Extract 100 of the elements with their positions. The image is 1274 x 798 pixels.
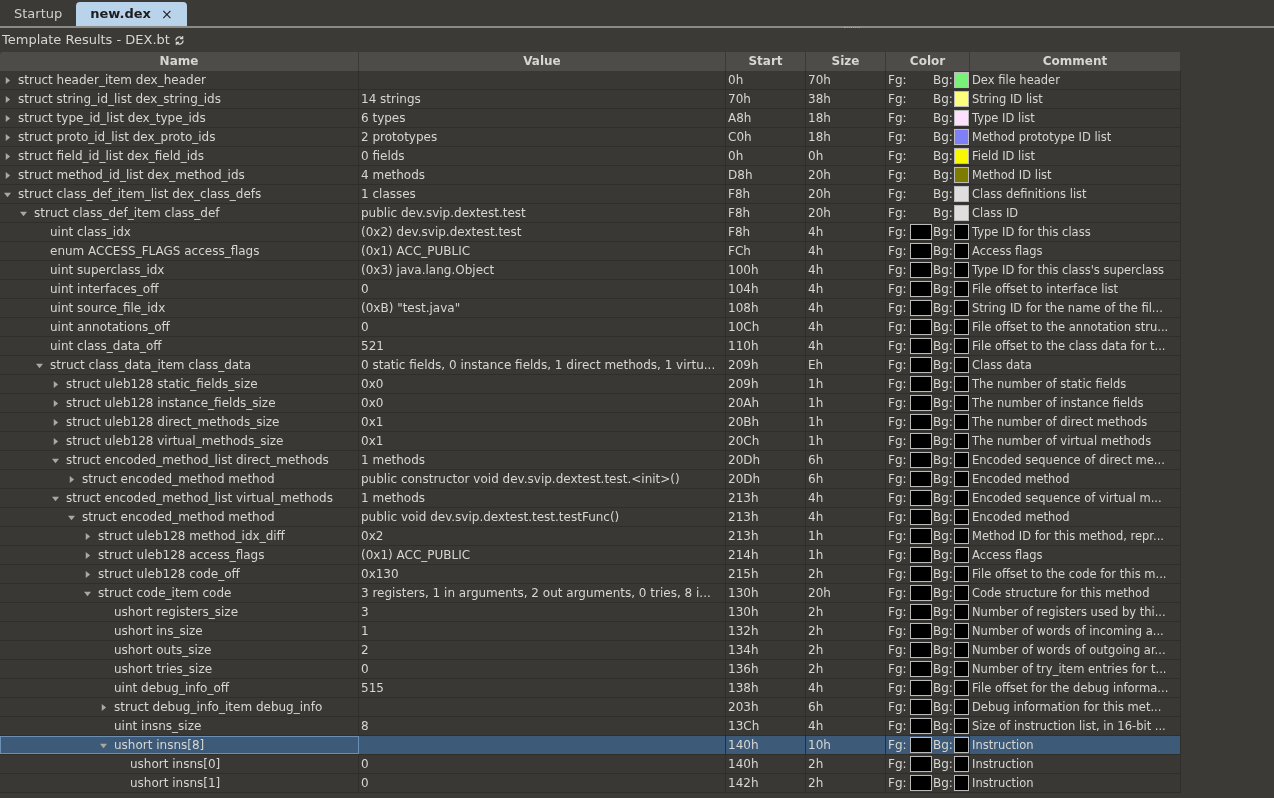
color-swatch[interactable] — [953, 262, 969, 278]
expand-arrow-icon[interactable] — [4, 76, 11, 84]
color-swatch[interactable] — [953, 490, 969, 506]
color-swatch[interactable] — [953, 281, 969, 297]
color-swatch[interactable] — [953, 129, 969, 145]
color-swatch[interactable] — [910, 642, 932, 658]
tree-row[interactable]: struct encoded_method method public void dev.svip.dextest.test.testFunc() 213h 4h Fg: Bg: Encoded method — [0, 508, 1181, 527]
tree-row[interactable]: ushort ins_size 1 132h 2h Fg: Bg: Number of words of incoming a... — [0, 622, 1181, 641]
expand-arrow-icon[interactable] — [68, 475, 75, 483]
color-swatch[interactable] — [953, 623, 969, 639]
tab[interactable]: new.dex × — [76, 2, 187, 26]
color-swatch[interactable] — [910, 566, 932, 582]
tree-row[interactable]: struct encoded_method_list direct_methods 1 methods 20Dh 6h Fg: Bg: Encoded sequence of direct me... — [0, 451, 1181, 470]
tree-row[interactable]: enum ACCESS_FLAGS access_flags (0x1) ACC_PUBLIC FCh 4h Fg: Bg: Access flags — [0, 242, 1181, 261]
tree-row[interactable]: struct field_id_list dex_field_ids 0 fields 0h 0h Fg: Bg: Field ID list — [0, 147, 1181, 166]
expand-arrow-icon[interactable] — [84, 551, 91, 559]
color-swatch[interactable] — [953, 91, 969, 107]
close-icon[interactable]: × — [160, 3, 173, 25]
tree-row[interactable]: struct uleb128 static_fields_size 0x0 209h 1h Fg: Bg: The number of static fields — [0, 375, 1181, 394]
color-swatch[interactable] — [910, 737, 932, 753]
tree-row[interactable]: struct encoded_method method public constructor void dev.svip.dextest.test.<init>() 20Dh 6h Fg: Bg: Encoded method — [0, 470, 1181, 489]
color-swatch[interactable] — [953, 395, 969, 411]
color-swatch[interactable] — [910, 680, 932, 696]
color-swatch[interactable] — [953, 205, 969, 221]
color-swatch[interactable] — [953, 680, 969, 696]
tree-row[interactable]: ushort insns[1] 0 142h 2h Fg: Bg: Instruction — [0, 774, 1181, 793]
collapse-arrow-icon[interactable] — [52, 494, 59, 502]
tree-row[interactable]: struct code_item code 3 registers, 1 in arguments, 2 out arguments, 0 tries, 8 i... 130h 20h Fg: Bg: Code structure for this method — [0, 584, 1181, 603]
color-swatch[interactable] — [910, 756, 932, 772]
tree-row[interactable]: struct class_def_item_list dex_class_defs 1 classes F8h 20h Fg: Bg: Class definitions list — [0, 185, 1181, 204]
color-swatch[interactable] — [910, 775, 932, 791]
tree-row[interactable]: ushort insns[0] 0 140h 2h Fg: Bg: Instruction — [0, 755, 1181, 774]
tree-row[interactable]: struct uleb128 instance_fields_size 0x0 20Ah 1h Fg: Bg: The number of instance fields — [0, 394, 1181, 413]
color-swatch[interactable] — [953, 471, 969, 487]
collapse-arrow-icon[interactable] — [36, 361, 43, 369]
expand-arrow-icon[interactable] — [4, 133, 11, 141]
color-swatch[interactable] — [910, 433, 932, 449]
tree-row[interactable]: struct uleb128 virtual_methods_size 0x1 20Ch 1h Fg: Bg: The number of virtual methods — [0, 432, 1181, 451]
tree-row[interactable]: struct uleb128 access_flags (0x1) ACC_PUBLIC 214h 1h Fg: Bg: Access flags — [0, 546, 1181, 565]
tree-row[interactable]: ushort insns[8] 140h 10h Fg: Bg: Instruction — [0, 736, 1181, 755]
expand-arrow-icon[interactable] — [52, 380, 59, 388]
color-swatch[interactable] — [910, 357, 932, 373]
collapse-arrow-icon[interactable] — [20, 209, 27, 217]
color-swatch[interactable] — [910, 509, 932, 525]
color-swatch[interactable] — [953, 357, 969, 373]
tree-row[interactable]: struct uleb128 code_off 0x130 215h 2h Fg: Bg: File offset to the code for this m... — [0, 565, 1181, 584]
color-swatch[interactable] — [953, 775, 969, 791]
expand-arrow-icon[interactable] — [100, 703, 107, 711]
expand-arrow-icon[interactable] — [52, 418, 59, 426]
color-swatch[interactable] — [953, 72, 969, 88]
color-swatch[interactable] — [953, 737, 969, 753]
color-swatch[interactable] — [953, 376, 969, 392]
collapse-arrow-icon[interactable] — [100, 741, 107, 749]
expand-arrow-icon[interactable] — [4, 114, 11, 122]
color-swatch[interactable] — [910, 376, 932, 392]
collapse-arrow-icon[interactable] — [4, 190, 11, 198]
color-swatch[interactable] — [910, 414, 932, 430]
color-swatch[interactable] — [953, 433, 969, 449]
color-swatch[interactable] — [953, 167, 969, 183]
color-swatch[interactable] — [910, 547, 932, 563]
tree-row[interactable]: struct encoded_method_list virtual_methods 1 methods 213h 4h Fg: Bg: Encoded sequence of virtual m... — [0, 489, 1181, 508]
color-swatch[interactable] — [953, 661, 969, 677]
color-swatch[interactable] — [910, 490, 932, 506]
tree-row[interactable]: struct header_item dex_header 0h 70h Fg: Bg: Dex file header — [0, 71, 1181, 90]
color-swatch[interactable] — [910, 319, 932, 335]
color-swatch[interactable] — [910, 604, 932, 620]
color-swatch[interactable] — [953, 110, 969, 126]
color-swatch[interactable] — [953, 319, 969, 335]
tree-row[interactable]: uint insns_size 8 13Ch 4h Fg: Bg: Size of instruction list, in 16-bit ... — [0, 717, 1181, 736]
color-swatch[interactable] — [953, 243, 969, 259]
color-swatch[interactable] — [910, 585, 932, 601]
tree-row[interactable]: struct class_data_item class_data 0 static fields, 0 instance fields, 1 direct methods, 1 virtu... 209h Eh Fg: Bg: Class data — [0, 356, 1181, 375]
color-swatch[interactable] — [953, 547, 969, 563]
tree-row[interactable]: struct uleb128 direct_methods_size 0x1 20Bh 1h Fg: Bg: The number of direct methods — [0, 413, 1181, 432]
color-swatch[interactable] — [910, 623, 932, 639]
color-swatch[interactable] — [953, 148, 969, 164]
expand-arrow-icon[interactable] — [4, 171, 11, 179]
tree-row[interactable]: struct proto_id_list dex_proto_ids 2 prototypes C0h 18h Fg: Bg: Method prototype ID list — [0, 128, 1181, 147]
tree-row[interactable]: ushort outs_size 2 134h 2h Fg: Bg: Number of words of outgoing ar... — [0, 641, 1181, 660]
color-swatch[interactable] — [953, 414, 969, 430]
color-swatch[interactable] — [910, 224, 932, 240]
color-swatch[interactable] — [953, 604, 969, 620]
color-swatch[interactable] — [953, 186, 969, 202]
tree-row[interactable]: struct method_id_list dex_method_ids 4 methods D8h 20h Fg: Bg: Method ID list — [0, 166, 1181, 185]
color-swatch[interactable] — [910, 452, 932, 468]
tree-row[interactable]: struct class_def_item class_def public dev.svip.dextest.test F8h 20h Fg: Bg: Class ID — [0, 204, 1181, 223]
color-swatch[interactable] — [953, 300, 969, 316]
color-swatch[interactable] — [910, 471, 932, 487]
color-swatch[interactable] — [910, 338, 932, 354]
tree-row[interactable]: struct uleb128 method_idx_diff 0x2 213h 1h Fg: Bg: Method ID for this method, repr... — [0, 527, 1181, 546]
tree-row[interactable]: uint annotations_off 0 10Ch 4h Fg: Bg: File offset to the annotation stru... — [0, 318, 1181, 337]
color-swatch[interactable] — [910, 300, 932, 316]
tree-row[interactable]: uint class_idx (0x2) dev.svip.dextest.test F8h 4h Fg: Bg: Type ID for this class — [0, 223, 1181, 242]
collapse-arrow-icon[interactable] — [68, 513, 75, 521]
collapse-arrow-icon[interactable] — [84, 589, 91, 597]
tree-row[interactable]: uint class_data_off 521 110h 4h Fg: Bg: File offset to the class data for t... — [0, 337, 1181, 356]
color-swatch[interactable] — [953, 756, 969, 772]
tree-row[interactable]: struct type_id_list dex_type_ids 6 types A8h 18h Fg: Bg: Type ID list — [0, 109, 1181, 128]
color-swatch[interactable] — [910, 528, 932, 544]
tree-row[interactable]: ushort tries_size 0 136h 2h Fg: Bg: Number of try_item entries for t... — [0, 660, 1181, 679]
